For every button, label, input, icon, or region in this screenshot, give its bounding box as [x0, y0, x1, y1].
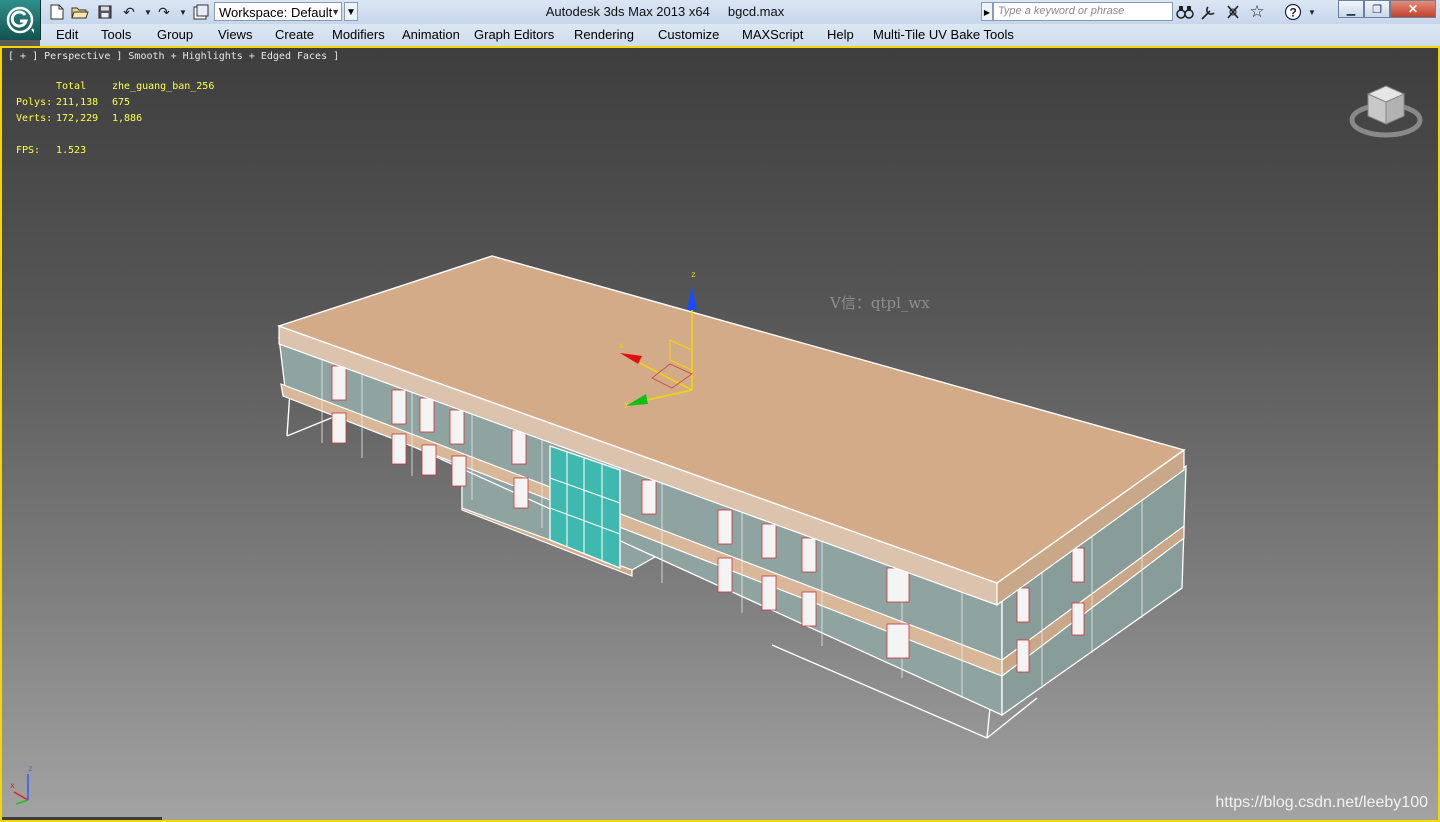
redo-dropdown-icon[interactable]: ▼ — [174, 3, 192, 21]
application-button[interactable] — [0, 0, 41, 40]
menu-rendering[interactable]: Rendering — [574, 24, 634, 46]
binoculars-icon[interactable] — [1175, 2, 1195, 22]
title-bar: Autodesk 3ds Max 2013 x64 bgcd.max ↶ ▼ ↷… — [0, 0, 1440, 25]
wechat-watermark: V信：qtpl_wx — [830, 294, 930, 312]
menu-help[interactable]: Help — [827, 24, 854, 46]
close-icon: ✕ — [1407, 2, 1419, 16]
close-button[interactable]: ✕ — [1390, 0, 1436, 18]
search-placeholder: Type a keyword or phrase — [998, 5, 1125, 17]
undo-icon[interactable]: ↶ — [120, 3, 138, 21]
svg-text:?: ? — [1290, 6, 1297, 20]
workspace-dropdown[interactable]: Workspace: Default ▼ — [214, 2, 342, 21]
menu-bar: Edit Tools Group Views Create Modifiers … — [40, 24, 1440, 47]
restore-button[interactable]: ❐ — [1364, 0, 1390, 18]
minimize-icon: ▁ — [1346, 3, 1356, 16]
quick-access-customize-icon[interactable]: ▼ — [344, 2, 358, 21]
menu-maxscript[interactable]: MAXScript — [742, 24, 803, 46]
blog-url-watermark: https://blog.csdn.net/leeby100 — [1215, 794, 1428, 811]
help-icon[interactable]: ? — [1283, 2, 1303, 22]
menu-group[interactable]: Group — [157, 24, 193, 46]
perspective-viewport[interactable]: [ + ] Perspective ] Smooth + Highlights … — [0, 46, 1440, 822]
menu-animation[interactable]: Animation — [402, 24, 460, 46]
minimize-button[interactable]: ▁ — [1338, 0, 1364, 18]
building-model[interactable]: z x y — [2, 48, 1438, 820]
menu-edit[interactable]: Edit — [56, 24, 78, 46]
file-name: bgcd.max — [727, 4, 785, 19]
open-folder-icon[interactable] — [71, 3, 89, 21]
timeline-strip — [2, 817, 162, 820]
menu-customize[interactable]: Customize — [658, 24, 719, 46]
redo-icon[interactable]: ↷ — [155, 3, 173, 21]
menu-multi-tile-uv-bake-tools[interactable]: Multi-Tile UV Bake Tools — [873, 24, 1014, 46]
svg-text:z: z — [28, 764, 33, 773]
svg-text:x: x — [10, 781, 15, 790]
menu-modifiers[interactable]: Modifiers — [332, 24, 385, 46]
new-file-icon[interactable] — [48, 3, 66, 21]
chevron-down-icon: ▼ — [331, 7, 340, 17]
search-input[interactable]: Type a keyword or phrase — [993, 2, 1173, 21]
menu-tools[interactable]: Tools — [101, 24, 131, 46]
menu-views[interactable]: Views — [218, 24, 252, 46]
app-name: Autodesk 3ds Max 2013 x64 — [545, 4, 710, 19]
favorites-star-icon[interactable]: ☆ — [1247, 2, 1267, 22]
play-arrow-icon[interactable]: ▶ — [981, 2, 993, 21]
workspace-label: Workspace: Default — [219, 5, 333, 20]
world-axis-tripod-icon: z x — [10, 764, 33, 805]
help-dropdown-icon[interactable]: ▼ — [1302, 2, 1322, 22]
restore-icon: ❐ — [1372, 3, 1382, 16]
subscription-icon[interactable] — [1223, 2, 1243, 22]
app-logo-icon — [6, 6, 34, 34]
save-icon[interactable] — [96, 3, 114, 21]
gizmo-x-label: x — [619, 341, 624, 350]
menu-graph-editors[interactable]: Graph Editors — [474, 24, 554, 46]
gizmo-z-label: z — [691, 270, 696, 279]
communication-center-icon[interactable] — [1199, 2, 1219, 22]
project-folder-icon[interactable] — [192, 3, 210, 21]
menu-create[interactable]: Create — [275, 24, 314, 46]
gizmo-y-label: y — [624, 399, 629, 408]
